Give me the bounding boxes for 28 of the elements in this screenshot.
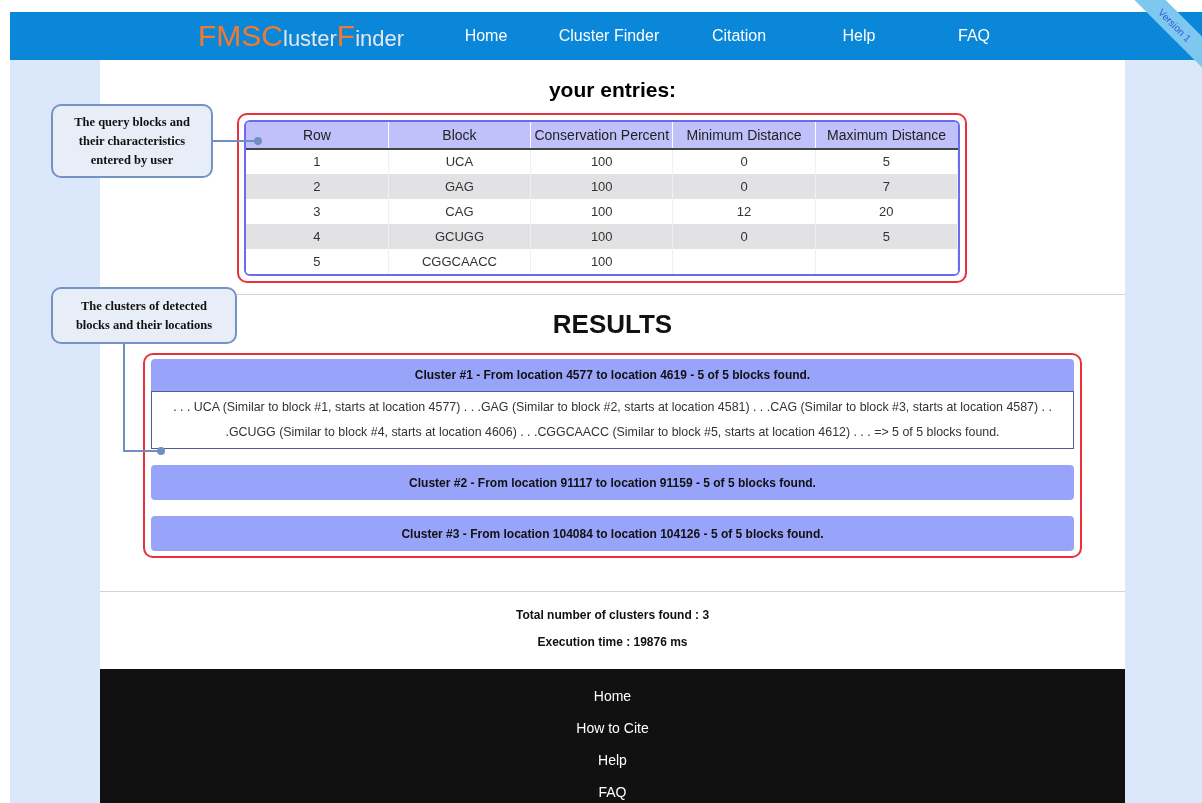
- table-cell: CGGCAACC: [388, 249, 531, 274]
- table-cell: 100: [530, 249, 673, 274]
- nav-link[interactable]: FAQ: [924, 24, 1024, 48]
- nav-link[interactable]: Citation: [684, 24, 794, 48]
- column-header[interactable]: Minimum Distance: [672, 122, 816, 149]
- summary-text: Execution time : 19876 ms: [537, 634, 688, 651]
- section-heading: your entries:: [548, 77, 677, 103]
- nav-link[interactable]: Home: [438, 24, 534, 48]
- footer-link[interactable]: FAQ: [598, 782, 627, 803]
- summary-text: Total number of clusters found : 3: [515, 607, 710, 624]
- cluster-details: . . . UCA (Similar to block #1, starts at location 4577) . . .GAG (Similar to block #2, starts at location 4581) . . .CAG (Similar to block #3, starts at location 4587) . . .GCUGG (Similar to block #4, starts at location 4606) . . .CGGCAACC (Similar to block #5, starts at location 4612) . . . => 5 of 5 blocks found.: [172, 399, 1053, 441]
- section-heading: RESULTS: [552, 308, 673, 340]
- cluster-header[interactable]: Cluster #2 - From location 91117 to location 91159 - 5 of 5 blocks found.: [151, 465, 1074, 500]
- leader-line: [212, 137, 262, 145]
- nav-link[interactable]: Help: [794, 24, 924, 48]
- column-header[interactable]: Row: [246, 122, 389, 149]
- callout-note: The clusters of detected blocks and their locations: [51, 287, 237, 344]
- nav-link[interactable]: Cluster Finder: [534, 24, 684, 48]
- column-header[interactable]: Maximum Distance: [815, 122, 958, 149]
- footer-link[interactable]: Help: [598, 750, 627, 771]
- callout-note: The query blocks and their characteristics entered by user: [51, 104, 213, 178]
- table-cell: 5: [246, 249, 389, 274]
- column-header[interactable]: Conservation Percent: [530, 122, 673, 149]
- footer-link[interactable]: Home: [593, 686, 632, 707]
- column-header[interactable]: Block: [388, 122, 531, 149]
- footer-link[interactable]: How to Cite: [576, 718, 649, 739]
- cluster-header[interactable]: Cluster #3 - From location 104084 to location 104126 - 5 of 5 blocks found.: [151, 516, 1074, 551]
- cluster-header[interactable]: Cluster #1 - From location 4577 to location 4619 - 5 of 5 blocks found.: [151, 359, 1074, 392]
